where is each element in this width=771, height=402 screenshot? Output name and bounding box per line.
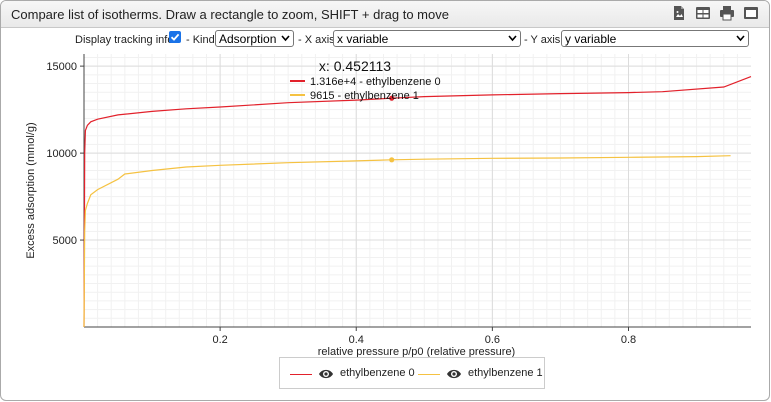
tracking-entry: 9615 - ethylbenzene 1 bbox=[310, 90, 419, 102]
tracking-point-1 bbox=[389, 157, 395, 163]
legend-label: ethylbenzene 1 bbox=[468, 367, 543, 379]
y-tick-label: 10000 bbox=[46, 148, 77, 160]
x-tick-label: 0.6 bbox=[485, 334, 500, 346]
tracking-x-value: x: 0.452113 bbox=[319, 58, 391, 74]
y-tick-label: 5000 bbox=[53, 235, 77, 247]
tracking-entry: 1.316e+4 - ethylbenzene 0 bbox=[310, 76, 441, 88]
isotherm-chart[interactable]: 0.2 0.4 0.6 0.850001000015000relative press… bbox=[1, 1, 770, 361]
legend-label: ethylbenzene 0 bbox=[340, 367, 415, 379]
legend-swatch bbox=[290, 374, 312, 375]
y-axis-title: Excess adsorption (mmol/g) bbox=[25, 122, 37, 258]
chart-legend: ethylbenzene 0 ethylbenzene 1 bbox=[279, 357, 545, 389]
x-tick-label: 0.4 bbox=[349, 334, 364, 346]
y-tick-label: 15000 bbox=[46, 61, 77, 73]
legend-swatch bbox=[418, 374, 440, 375]
eye-icon bbox=[447, 369, 461, 379]
x-tick-label: 0.8 bbox=[621, 334, 636, 346]
isotherm-panel: Compare list of isotherms. Draw a rectan… bbox=[0, 0, 770, 401]
x-tick-label: 0.2 bbox=[212, 334, 227, 346]
eye-icon bbox=[319, 369, 333, 379]
